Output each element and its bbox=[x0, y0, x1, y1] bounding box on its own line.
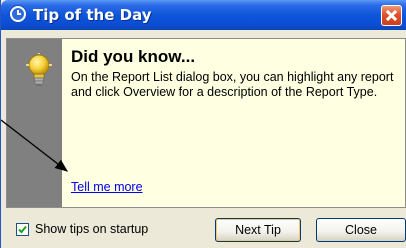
show-tips-label[interactable]: Show tips on startup bbox=[35, 222, 148, 236]
tip-side-stripe bbox=[6, 38, 62, 208]
title-bar[interactable]: Tip of the Day bbox=[1, 0, 406, 30]
tip-body-text: On the Report List dialog box, you can h… bbox=[71, 70, 394, 99]
tip-of-the-day-dialog: Tip of the Day Did you know... On the Re… bbox=[0, 0, 406, 248]
close-button[interactable]: Close bbox=[316, 218, 406, 242]
tell-me-more-link[interactable]: Tell me more bbox=[71, 180, 143, 194]
checkmark-icon bbox=[18, 225, 27, 234]
tip-heading: Did you know... bbox=[71, 47, 196, 66]
next-tip-button[interactable]: Next Tip bbox=[215, 218, 301, 242]
window-title: Tip of the Day bbox=[33, 6, 152, 24]
clock-icon bbox=[10, 6, 26, 22]
close-icon[interactable] bbox=[381, 5, 402, 26]
lightbulb-icon bbox=[26, 53, 52, 86]
tip-panel bbox=[6, 38, 406, 208]
show-tips-checkbox[interactable] bbox=[16, 223, 29, 236]
